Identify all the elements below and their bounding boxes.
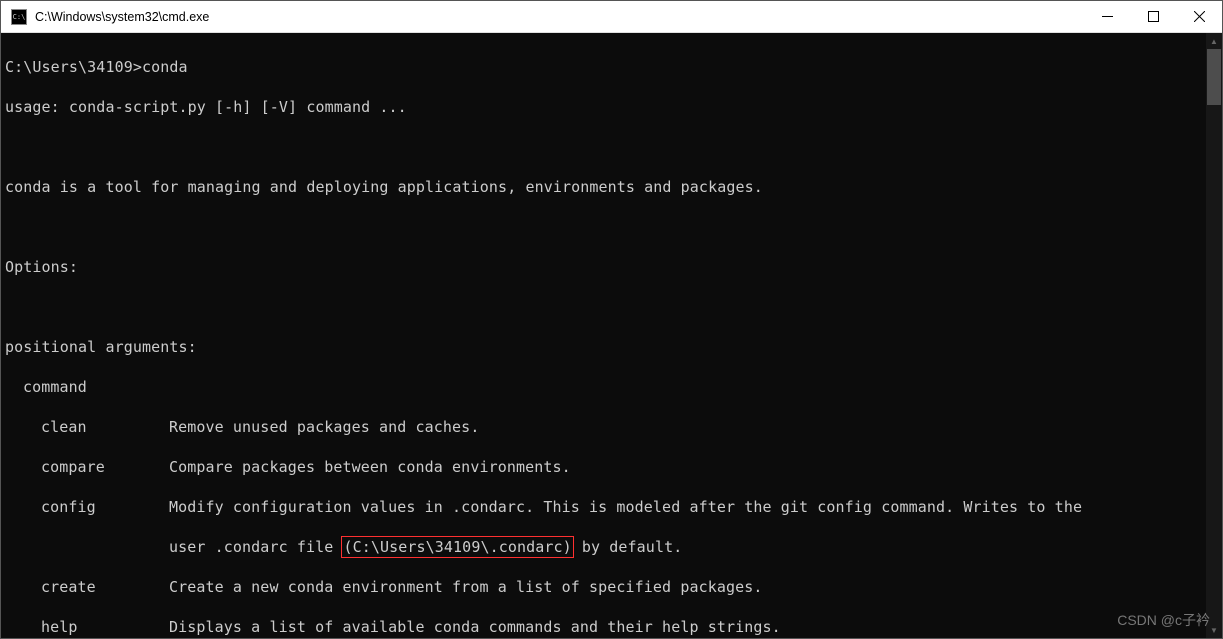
cmd-row: helpDisplays a list of available conda c… <box>5 617 1222 637</box>
maximize-icon <box>1148 11 1159 22</box>
cmd-name: create <box>41 577 169 597</box>
typed-command: conda <box>142 58 188 76</box>
highlighted-path: (C:\Users\34109\.condarc) <box>341 536 573 558</box>
title-bar[interactable]: C:\ C:\Windows\system32\cmd.exe <box>1 1 1222 33</box>
cmd-row: compareCompare packages between conda en… <box>5 457 1222 477</box>
cmd-row: createCreate a new conda environment fro… <box>5 577 1222 597</box>
cmd-row-cont: user .condarc file (C:\Users\34109\.cond… <box>5 537 1222 557</box>
cmd-name: config <box>41 497 169 517</box>
window-title: C:\Windows\system32\cmd.exe <box>35 10 1084 24</box>
cmd-desc: Create a new conda environment from a li… <box>169 578 763 596</box>
blank-line <box>5 297 1222 317</box>
options-header: Options: <box>5 257 1222 277</box>
blank-line <box>5 137 1222 157</box>
cmd-desc: Compare packages between conda environme… <box>169 458 571 476</box>
cmd-name: compare <box>41 457 169 477</box>
minimize-button[interactable] <box>1084 1 1130 32</box>
positional-header: positional arguments: <box>5 337 1222 357</box>
prompt-line: C:\Users\34109>conda <box>5 57 1222 77</box>
watermark-text: CSDN @c子衿 <box>1117 610 1210 630</box>
cmd-desc: Remove unused packages and caches. <box>169 418 479 436</box>
prompt: C:\Users\34109> <box>5 58 142 76</box>
blank-line <box>5 217 1222 237</box>
cmd-window: C:\ C:\Windows\system32\cmd.exe C:\Users… <box>0 0 1223 639</box>
window-controls <box>1084 1 1222 32</box>
vertical-scrollbar[interactable]: ▲ ▼ <box>1206 33 1222 638</box>
close-button[interactable] <box>1176 1 1222 32</box>
terminal-area[interactable]: C:\Users\34109>conda usage: conda-script… <box>1 33 1222 638</box>
usage-line: usage: conda-script.py [-h] [-V] command… <box>5 97 1222 117</box>
positional-subheader: command <box>5 377 1222 397</box>
cmd-desc: Modify configuration values in .condarc.… <box>169 498 1082 516</box>
close-icon <box>1194 11 1205 22</box>
minimize-icon <box>1102 11 1113 22</box>
cmd-name: clean <box>41 417 169 437</box>
scroll-thumb[interactable] <box>1207 49 1221 105</box>
terminal-output: C:\Users\34109>conda usage: conda-script… <box>1 33 1222 638</box>
cmd-row: cleanRemove unused packages and caches. <box>5 417 1222 437</box>
cmd-name: help <box>41 617 169 637</box>
cmd-row: configModify configuration values in .co… <box>5 497 1222 517</box>
cmd-icon: C:\ <box>11 9 27 25</box>
intro-line: conda is a tool for managing and deployi… <box>5 177 1222 197</box>
scroll-up-arrow-icon[interactable]: ▲ <box>1206 33 1222 49</box>
cmd-desc: Displays a list of available conda comma… <box>169 618 781 636</box>
maximize-button[interactable] <box>1130 1 1176 32</box>
